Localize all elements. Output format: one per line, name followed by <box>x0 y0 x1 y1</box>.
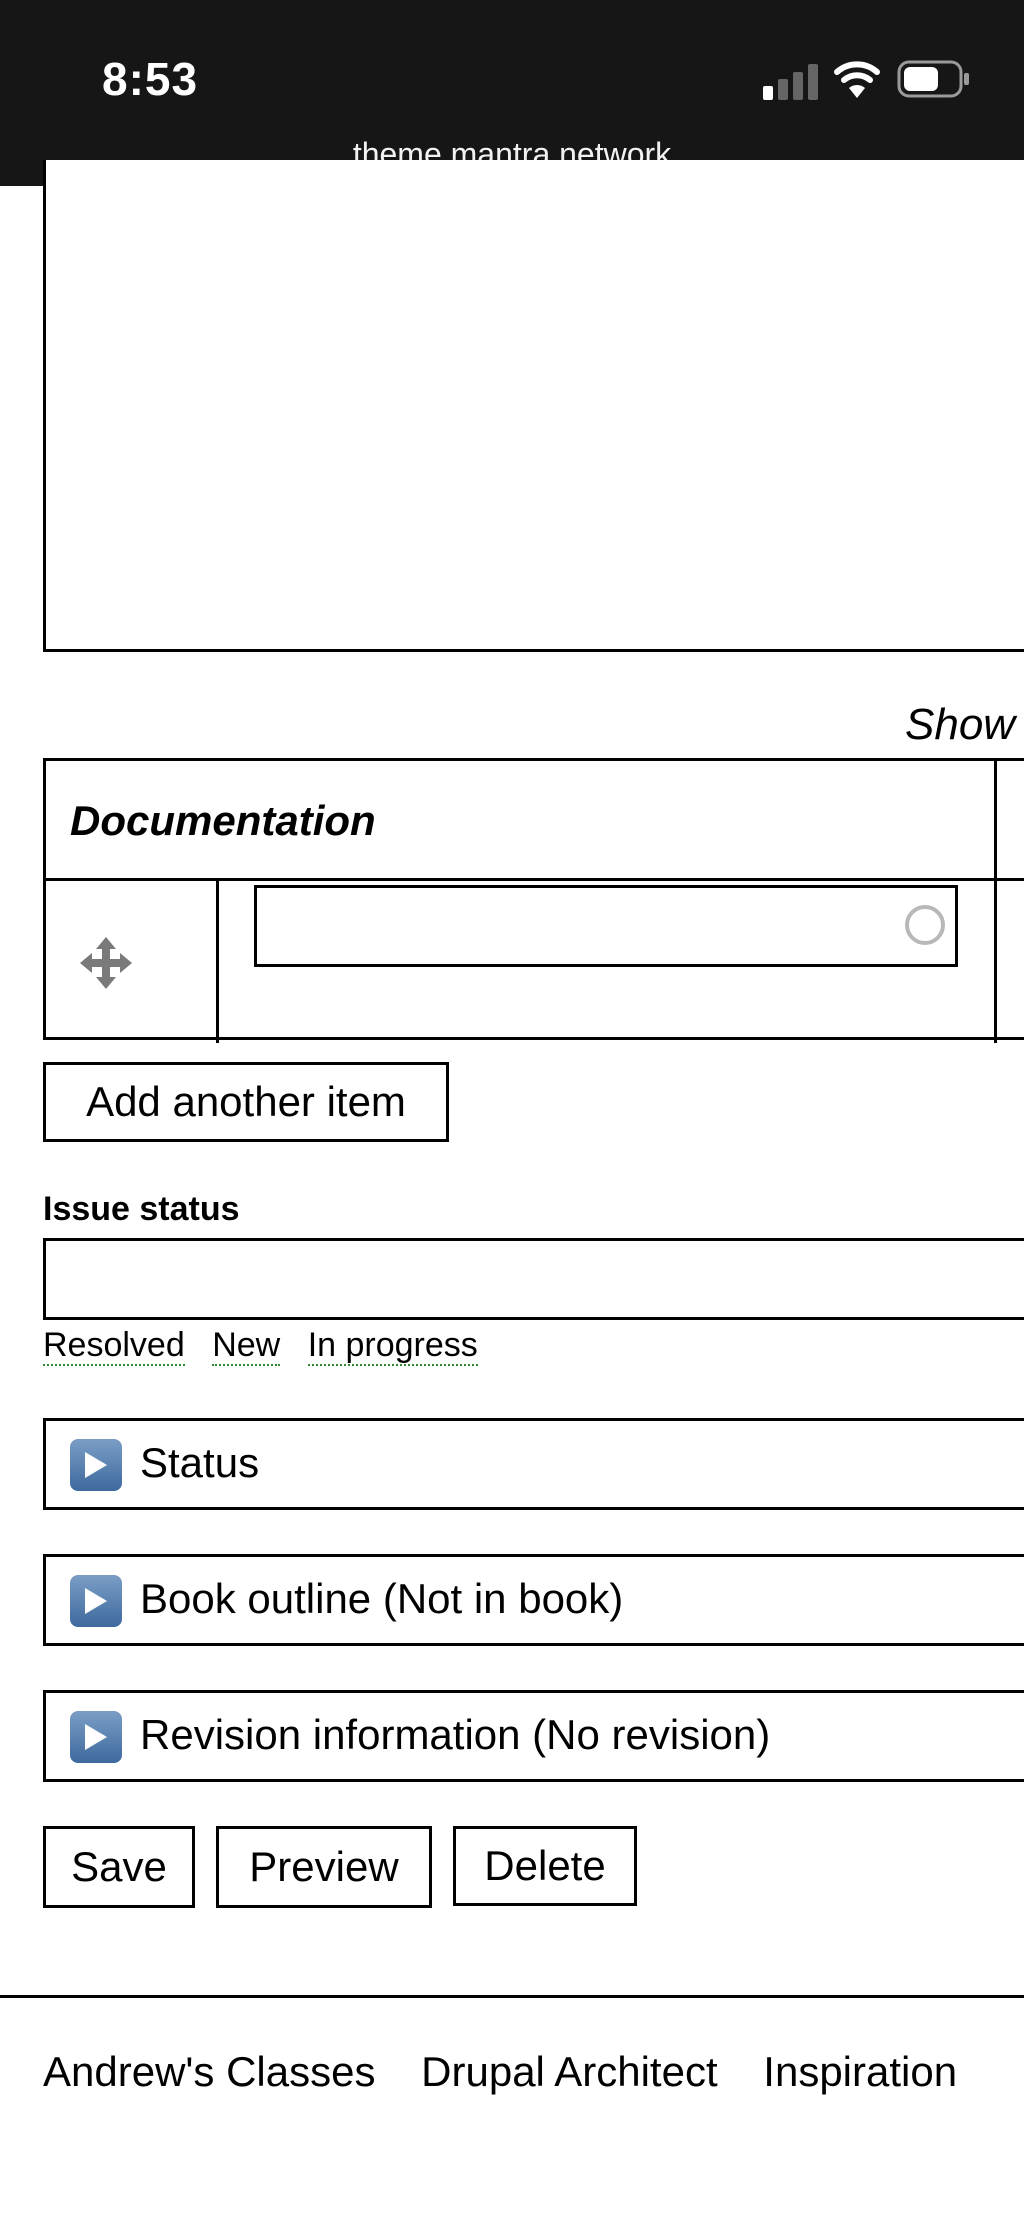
cellular-signal-icon <box>763 64 818 100</box>
wifi-icon <box>834 61 880 98</box>
suggestion-new[interactable]: New <box>212 1326 281 1366</box>
footer-link-inspiration[interactable]: Inspiration <box>763 2048 957 2095</box>
expand-arrow-icon <box>70 1575 122 1627</box>
details-revision-information-label: Revision information (No revision) <box>140 1711 771 1758</box>
footer-divider <box>0 1995 1024 1998</box>
details-revision-information[interactable]: Revision information (No revision) <box>43 1690 1024 1782</box>
documentation-link-input[interactable] <box>254 885 958 967</box>
table-divider <box>216 881 219 1043</box>
table-header: Documentation <box>46 761 1024 881</box>
suggestion-in-progress[interactable]: In progress <box>307 1326 478 1366</box>
issue-status-suggestions: Resolved New In progress <box>43 1326 496 1366</box>
save-button[interactable]: Save <box>43 1826 195 1908</box>
footer-link-drupal-architect[interactable]: Drupal Architect <box>421 2048 717 2095</box>
details-status-label: Status <box>140 1439 260 1486</box>
drag-handle-icon[interactable] <box>80 937 132 989</box>
status-bar: 8:53 theme.mantra.network <box>0 0 1024 186</box>
suggestion-resolved[interactable]: Resolved <box>43 1326 185 1366</box>
preview-button[interactable]: Preview <box>216 1826 432 1908</box>
details-book-outline-label: Book outline (Not in book) <box>140 1575 624 1622</box>
body-textarea[interactable] <box>43 160 1024 652</box>
table-divider <box>994 761 997 1043</box>
footer-link-andrews-classes[interactable]: Andrew's Classes <box>43 2048 375 2095</box>
delete-button[interactable]: Delete <box>453 1826 637 1906</box>
footer-nav: Andrew's Classes Drupal Architect Inspir… <box>43 2048 991 2096</box>
add-another-item-button[interactable]: Add another item <box>43 1062 449 1142</box>
clock: 8:53 <box>102 53 199 105</box>
details-book-outline[interactable]: Book outline (Not in book) <box>43 1554 1024 1646</box>
show-row-weights-link[interactable]: Show <box>905 700 1015 750</box>
issue-status-label: Issue status <box>43 1190 240 1228</box>
table-header-label: Documentation <box>70 797 376 844</box>
documentation-table: Documentation <box>43 758 1024 1043</box>
expand-arrow-icon <box>70 1439 122 1491</box>
autocomplete-throbber-icon <box>905 905 945 945</box>
expand-arrow-icon <box>70 1711 122 1763</box>
battery-icon <box>897 60 969 98</box>
details-status[interactable]: Status <box>43 1418 1024 1510</box>
issue-status-input[interactable] <box>43 1238 1024 1320</box>
